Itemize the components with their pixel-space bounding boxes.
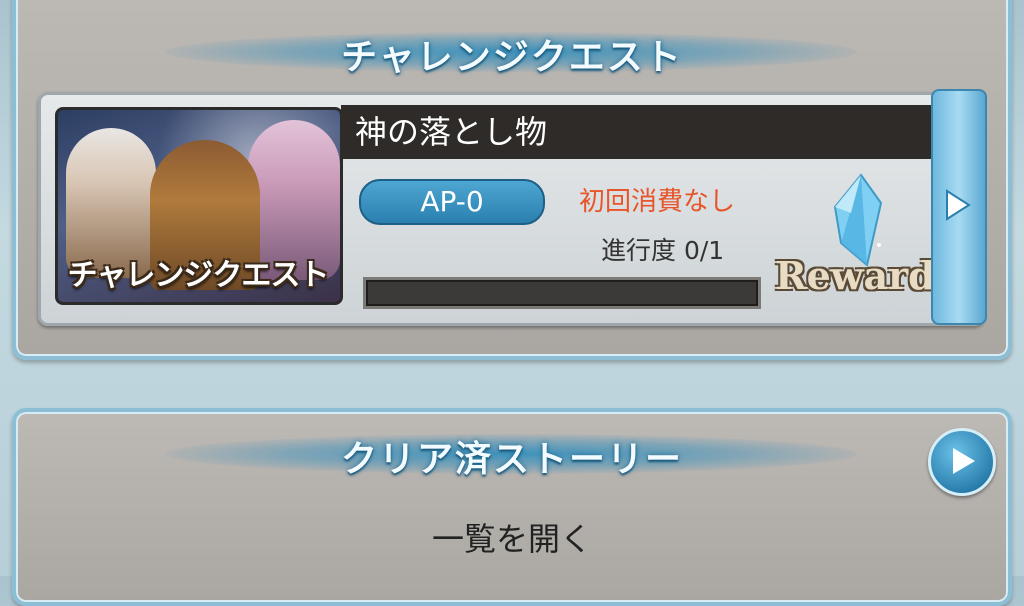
- quest-banner-image: チャレンジクエスト: [55, 107, 343, 305]
- story-section-title: クリア済ストーリー: [340, 439, 683, 480]
- quest-select-arrow[interactable]: [931, 89, 987, 325]
- play-arrow-icon: [946, 189, 971, 221]
- quest-name: 神の落とし物: [341, 105, 931, 159]
- progress-label: 進行度 0/1: [601, 236, 725, 265]
- banner-label: チャレンジクエスト: [67, 258, 330, 293]
- first-clear-note: 初回消費なし: [579, 187, 736, 217]
- open-story-button[interactable]: [928, 428, 996, 496]
- challenge-section-title: チャレンジクエスト: [341, 37, 683, 78]
- reward-label: Reward: [775, 253, 935, 298]
- progress-bar: [363, 277, 761, 309]
- play-arrow-icon: [953, 448, 975, 474]
- cleared-story-panel[interactable]: クリア済ストーリー 一覧を開く: [12, 408, 1012, 606]
- quest-card[interactable]: チャレンジクエスト 神の落とし物 AP-0 初回消費なし 進行度 0/1 Rew…: [38, 89, 987, 326]
- ap-cost-badge: AP-0: [359, 179, 545, 225]
- open-list-label[interactable]: 一覧を開く: [16, 514, 1008, 560]
